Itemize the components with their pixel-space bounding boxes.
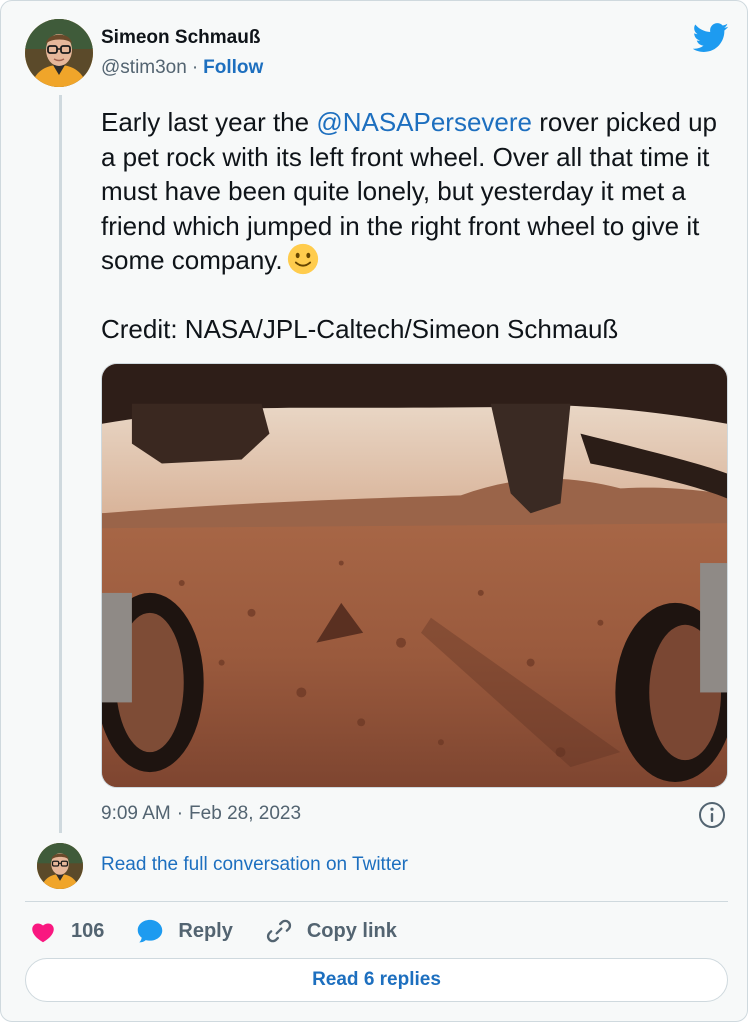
conversation-avatar[interactable] bbox=[37, 843, 83, 889]
timestamp-separator: · bbox=[176, 803, 184, 824]
tweet-text-start: Early last year the bbox=[101, 107, 317, 137]
tweet-photo[interactable] bbox=[101, 363, 728, 788]
action-bar: 106 Reply Copy link bbox=[29, 913, 429, 949]
author-handle-row: @stim3on · Follow bbox=[101, 57, 263, 79]
author-avatar[interactable] bbox=[25, 19, 93, 87]
tweet-text: Early last year the @NASAPersevere rover… bbox=[101, 105, 731, 346]
reply-label: Reply bbox=[178, 919, 233, 942]
heart-icon bbox=[32, 923, 54, 943]
tweet-credit: Credit: NASA/JPL-Caltech/Simeon Schmauß bbox=[101, 313, 619, 344]
divider bbox=[25, 901, 728, 902]
copy-link-button[interactable]: Copy link bbox=[265, 917, 397, 945]
tweet-time: 9:09 AM bbox=[101, 803, 171, 824]
twitter-bird-icon[interactable] bbox=[693, 23, 729, 53]
thread-line bbox=[59, 95, 62, 833]
read-replies-button[interactable]: Read 6 replies bbox=[25, 958, 728, 1002]
read-full-conversation-link[interactable]: Read the full conversation on Twitter bbox=[101, 854, 408, 876]
tweet-embed-card: Simeon Schmauß @stim3on · Follow Early las… bbox=[0, 0, 748, 1022]
author-handle[interactable]: @stim3on bbox=[101, 57, 187, 78]
info-icon[interactable] bbox=[698, 801, 726, 829]
tweet-date: Feb 28, 2023 bbox=[189, 803, 302, 824]
copy-link-label: Copy link bbox=[306, 919, 397, 942]
like-count: 106 bbox=[71, 919, 105, 942]
like-button[interactable]: 106 bbox=[29, 917, 104, 945]
handle-separator: · bbox=[191, 57, 199, 78]
tweet-body: Early last year the @NASAPersevere rover… bbox=[101, 105, 731, 278]
mention-link[interactable]: @NASAPersevere bbox=[316, 107, 532, 137]
link-icon bbox=[266, 919, 291, 943]
speech-bubble-icon bbox=[138, 919, 163, 943]
follow-link[interactable]: Follow bbox=[203, 57, 263, 78]
slightly-smiling-face-icon bbox=[287, 243, 318, 275]
author-display-name[interactable]: Simeon Schmauß bbox=[101, 27, 260, 49]
reply-button[interactable]: Reply bbox=[136, 917, 233, 945]
tweet-timestamp[interactable]: 9:09 AM · Feb 28, 2023 bbox=[101, 803, 301, 825]
